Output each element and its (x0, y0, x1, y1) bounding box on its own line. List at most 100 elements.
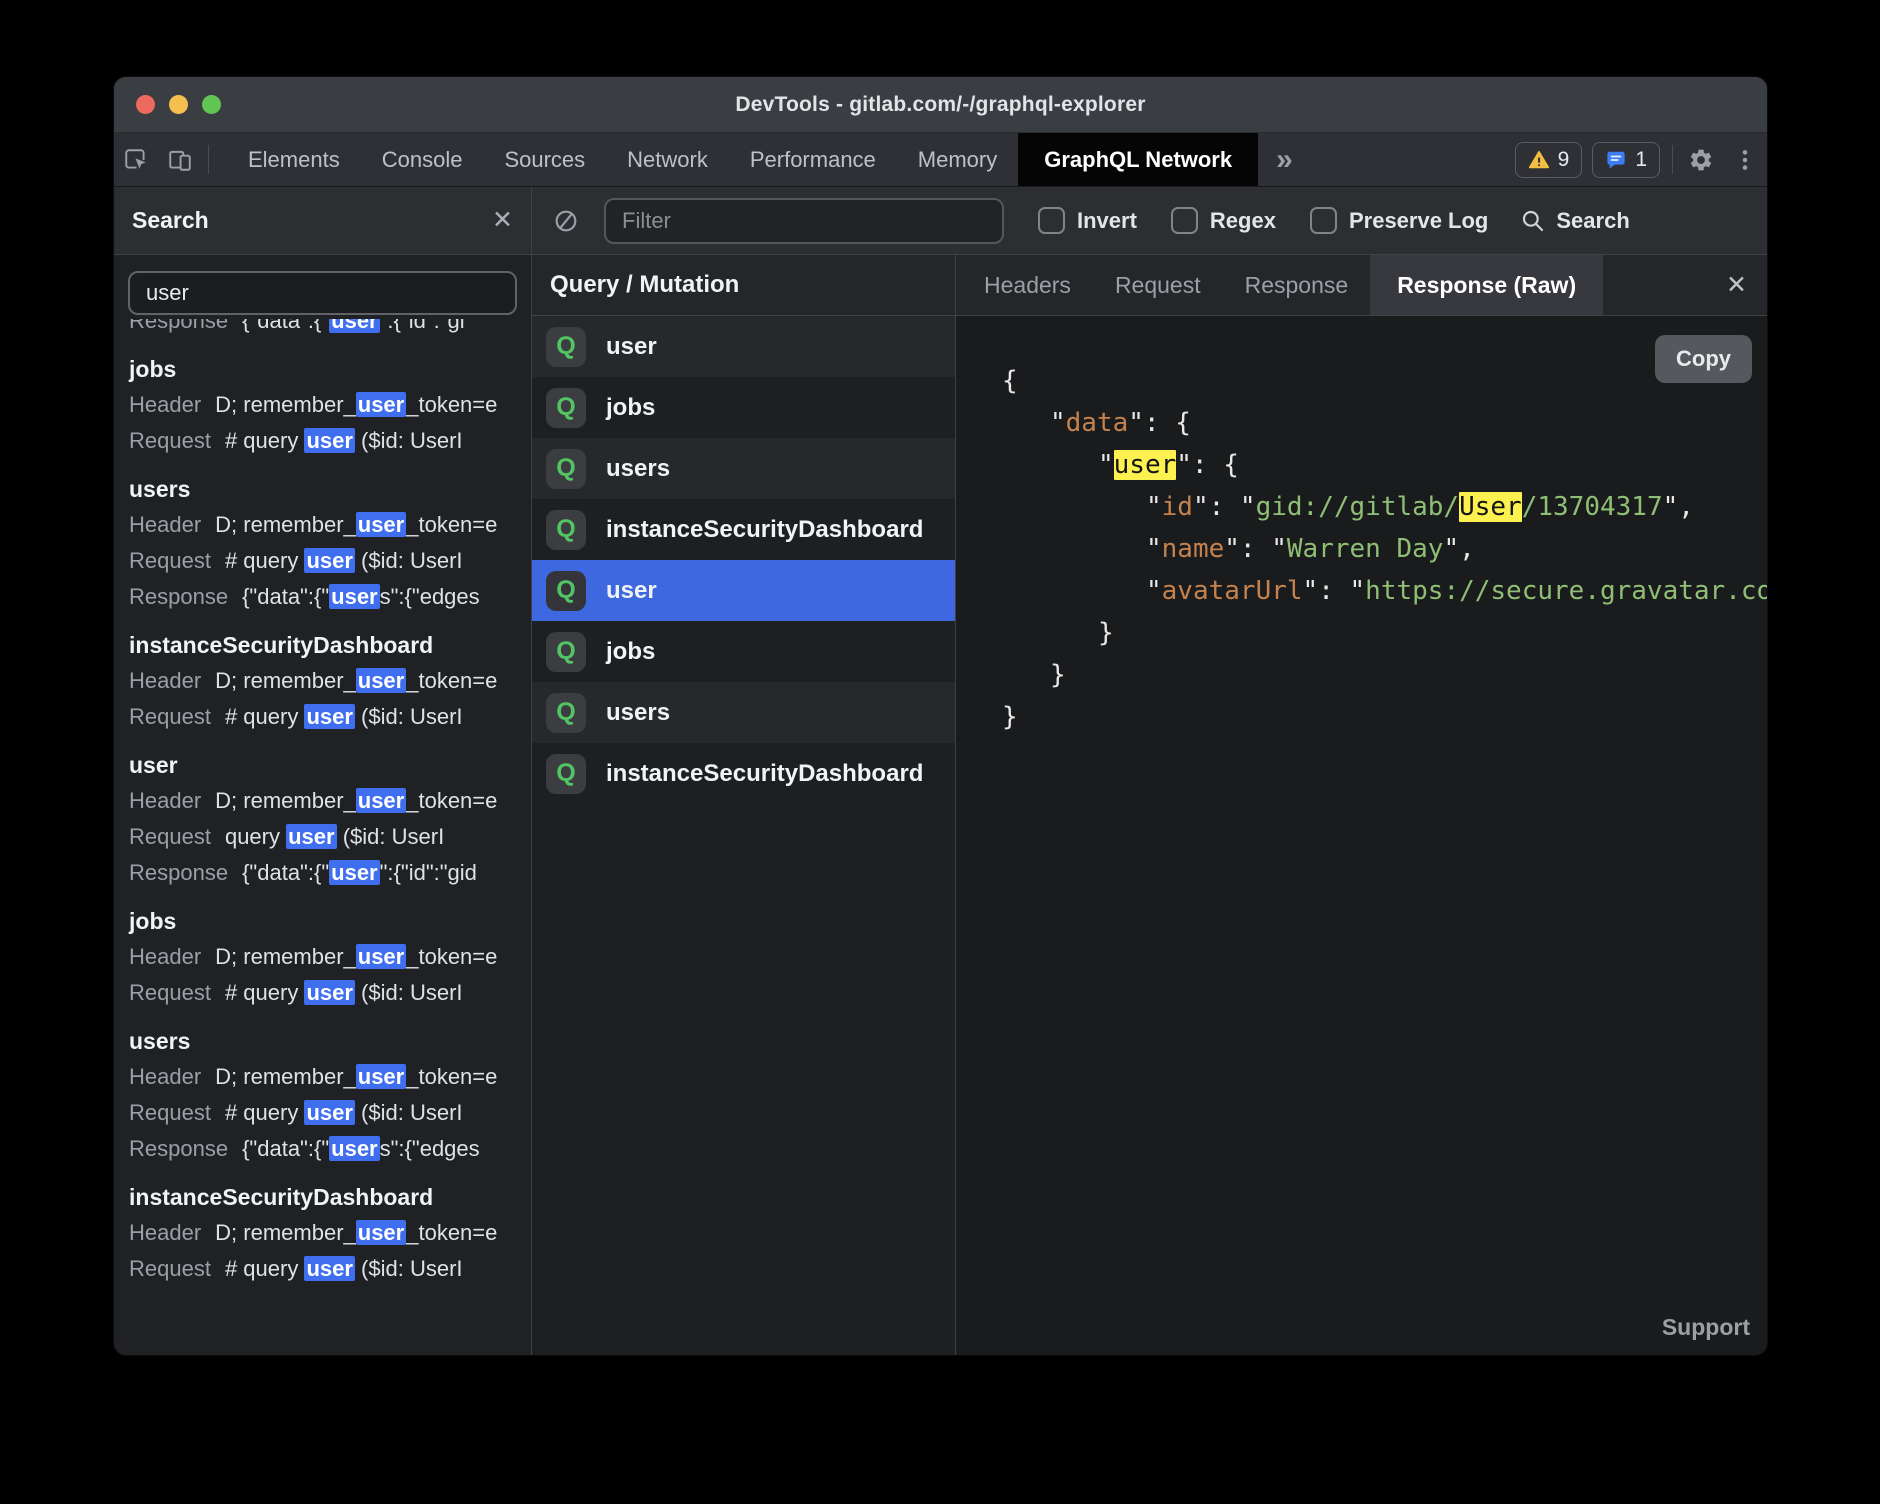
search-result-line[interactable]: HeaderD; remember_user_token=e (129, 783, 531, 819)
window-titlebar: DevTools - gitlab.com/-/graphql-explorer (114, 77, 1767, 133)
search-result-line-label: Header (129, 944, 201, 969)
toolbar-divider (1672, 145, 1673, 174)
json-line: } (1002, 612, 1767, 654)
search-result-line[interactable]: Response{"data":{"users":{"edges (129, 579, 531, 615)
query-list-item-instancesecuritydashboard[interactable]: QinstanceSecurityDashboard (532, 743, 955, 804)
response-tab-response[interactable]: Response (1223, 255, 1371, 315)
device-toolbar-icon[interactable] (158, 133, 202, 186)
query-list-item-jobs[interactable]: Qjobs (532, 377, 955, 438)
checkbox-label-regex: Regex (1210, 208, 1276, 234)
search-result-line[interactable]: Request# query user ($id: UserI (129, 423, 531, 459)
query-list-item-instancesecuritydashboard[interactable]: QinstanceSecurityDashboard (532, 499, 955, 560)
checkbox-invert[interactable]: Invert (1038, 207, 1137, 234)
query-type-badge: Q (546, 571, 586, 611)
query-list-item-jobs[interactable]: Qjobs (532, 621, 955, 682)
query-list-item-user-selected[interactable]: Quser (532, 560, 955, 621)
checkbox-box-preserve-log[interactable] (1310, 207, 1337, 234)
kebab-menu-icon[interactable] (1723, 133, 1767, 186)
messages-badge[interactable]: 1 (1592, 142, 1660, 178)
search-result-text: D; remember_ (215, 1064, 356, 1089)
clear-block-icon[interactable] (544, 208, 588, 234)
query-list-item-users[interactable]: Qusers (532, 438, 955, 499)
search-match-highlight: user (356, 668, 406, 693)
search-result-line-label: Request (129, 980, 211, 1005)
devtools-tabbar: ElementsConsoleSourcesNetworkPerformance… (114, 133, 1767, 187)
checkbox-label-preserve-log: Preserve Log (1349, 208, 1488, 234)
response-tab-request[interactable]: Request (1093, 255, 1223, 315)
network-toolbar: Invert Regex Preserve Log Search (532, 187, 1767, 255)
search-result-line[interactable]: HeaderD; remember_user_token=e (129, 939, 531, 975)
query-list-item-users[interactable]: Qusers (532, 682, 955, 743)
checkbox-box-invert[interactable] (1038, 207, 1065, 234)
maximize-window-button[interactable] (202, 95, 221, 114)
settings-gear-icon[interactable] (1679, 133, 1723, 186)
search-result-line[interactable]: HeaderD; remember_user_token=e (129, 507, 531, 543)
search-result-text: _token=e (406, 944, 497, 969)
search-result-line[interactable]: Response{"data":{"users":{"edges (129, 1131, 531, 1167)
checkbox-box-regex[interactable] (1171, 207, 1198, 234)
json-token: ": " (1193, 492, 1256, 522)
search-match-highlight: user (286, 824, 336, 849)
tab-memory[interactable]: Memory (897, 133, 1018, 186)
query-list-item-label: instanceSecurityDashboard (606, 760, 923, 788)
support-link[interactable]: Support (1662, 1314, 1750, 1341)
traffic-lights (136, 77, 221, 132)
tab-elements[interactable]: Elements (227, 133, 361, 186)
search-result-text: D; remember_ (215, 1220, 356, 1245)
search-result-text: _token=e (406, 1064, 497, 1089)
close-search-panel-icon[interactable]: ✕ (492, 208, 513, 233)
tab-performance[interactable]: Performance (729, 133, 897, 186)
search-match-highlight: user (304, 980, 354, 1005)
json-token: " (1146, 492, 1162, 522)
json-token: /13704317 (1522, 492, 1663, 522)
tab-sources[interactable]: Sources (483, 133, 606, 186)
search-result-text: D; remember_ (215, 392, 356, 417)
query-list-item-label: users (606, 699, 670, 727)
minimize-window-button[interactable] (169, 95, 188, 114)
response-tab-headers[interactable]: Headers (962, 255, 1093, 315)
json-token: ", (1443, 534, 1474, 564)
query-list-item-user[interactable]: Quser (532, 316, 955, 377)
search-result-line[interactable]: Request# query user ($id: UserI (129, 1251, 531, 1287)
query-type-badge: Q (546, 632, 586, 672)
search-result-line[interactable]: HeaderD; remember_user_token=e (129, 663, 531, 699)
tab-graphql-network[interactable]: GraphQL Network (1018, 133, 1258, 186)
search-result-line-label: Header (129, 788, 201, 813)
more-tabs-icon[interactable]: » (1258, 133, 1311, 186)
search-result-line-label: Header (129, 668, 201, 693)
search-result-line[interactable]: Requestquery user ($id: UserI (129, 819, 531, 855)
checkbox-regex[interactable]: Regex (1171, 207, 1276, 234)
query-type-badge: Q (546, 754, 586, 794)
close-window-button[interactable] (136, 95, 155, 114)
search-result-group: instanceSecurityDashboardHeaderD; rememb… (129, 1179, 531, 1287)
search-match-highlight: user (304, 1100, 354, 1125)
checkbox-label-invert: Invert (1077, 208, 1137, 234)
tab-network[interactable]: Network (606, 133, 729, 186)
checkbox-preserve-log[interactable]: Preserve Log (1310, 207, 1488, 234)
close-response-panel-icon[interactable]: ✕ (1706, 255, 1767, 315)
response-tab-response-raw[interactable]: Response (Raw) (1370, 255, 1603, 315)
filter-input[interactable] (604, 198, 1004, 244)
copy-button[interactable]: Copy (1655, 335, 1752, 383)
json-token: { (1002, 366, 1018, 396)
search-result-line[interactable]: HeaderD; remember_user_token=e (129, 387, 531, 423)
devtools-window: DevTools - gitlab.com/-/graphql-explorer… (113, 76, 1768, 1356)
search-result-line[interactable]: Request# query user ($id: UserI (129, 543, 531, 579)
search-result-text: _token=e (406, 512, 497, 537)
search-result-line[interactable]: HeaderD; remember_user_token=e (129, 1215, 531, 1251)
warnings-badge[interactable]: 9 (1515, 142, 1583, 178)
search-result-text: s":{"edges (380, 1136, 480, 1161)
search-result-line-label: Header (129, 1220, 201, 1245)
json-token: id (1162, 492, 1193, 522)
search-result-line[interactable]: HeaderD; remember_user_token=e (129, 1059, 531, 1095)
search-result-line[interactable]: Response{"data":{"user":{"id":"gid (129, 855, 531, 891)
search-result-line[interactable]: Request# query user ($id: UserI (129, 1095, 531, 1131)
tab-console[interactable]: Console (361, 133, 484, 186)
toolbar-search-button[interactable]: Search (1520, 208, 1629, 234)
search-query-input[interactable] (128, 271, 517, 315)
search-result-line[interactable]: Response{"data":{"user":{"id":"gi (129, 319, 531, 339)
search-result-line[interactable]: Request# query user ($id: UserI (129, 699, 531, 735)
inspect-element-icon[interactable] (114, 133, 158, 186)
search-result-line[interactable]: Request# query user ($id: UserI (129, 975, 531, 1011)
search-result-text: # query (225, 548, 305, 573)
